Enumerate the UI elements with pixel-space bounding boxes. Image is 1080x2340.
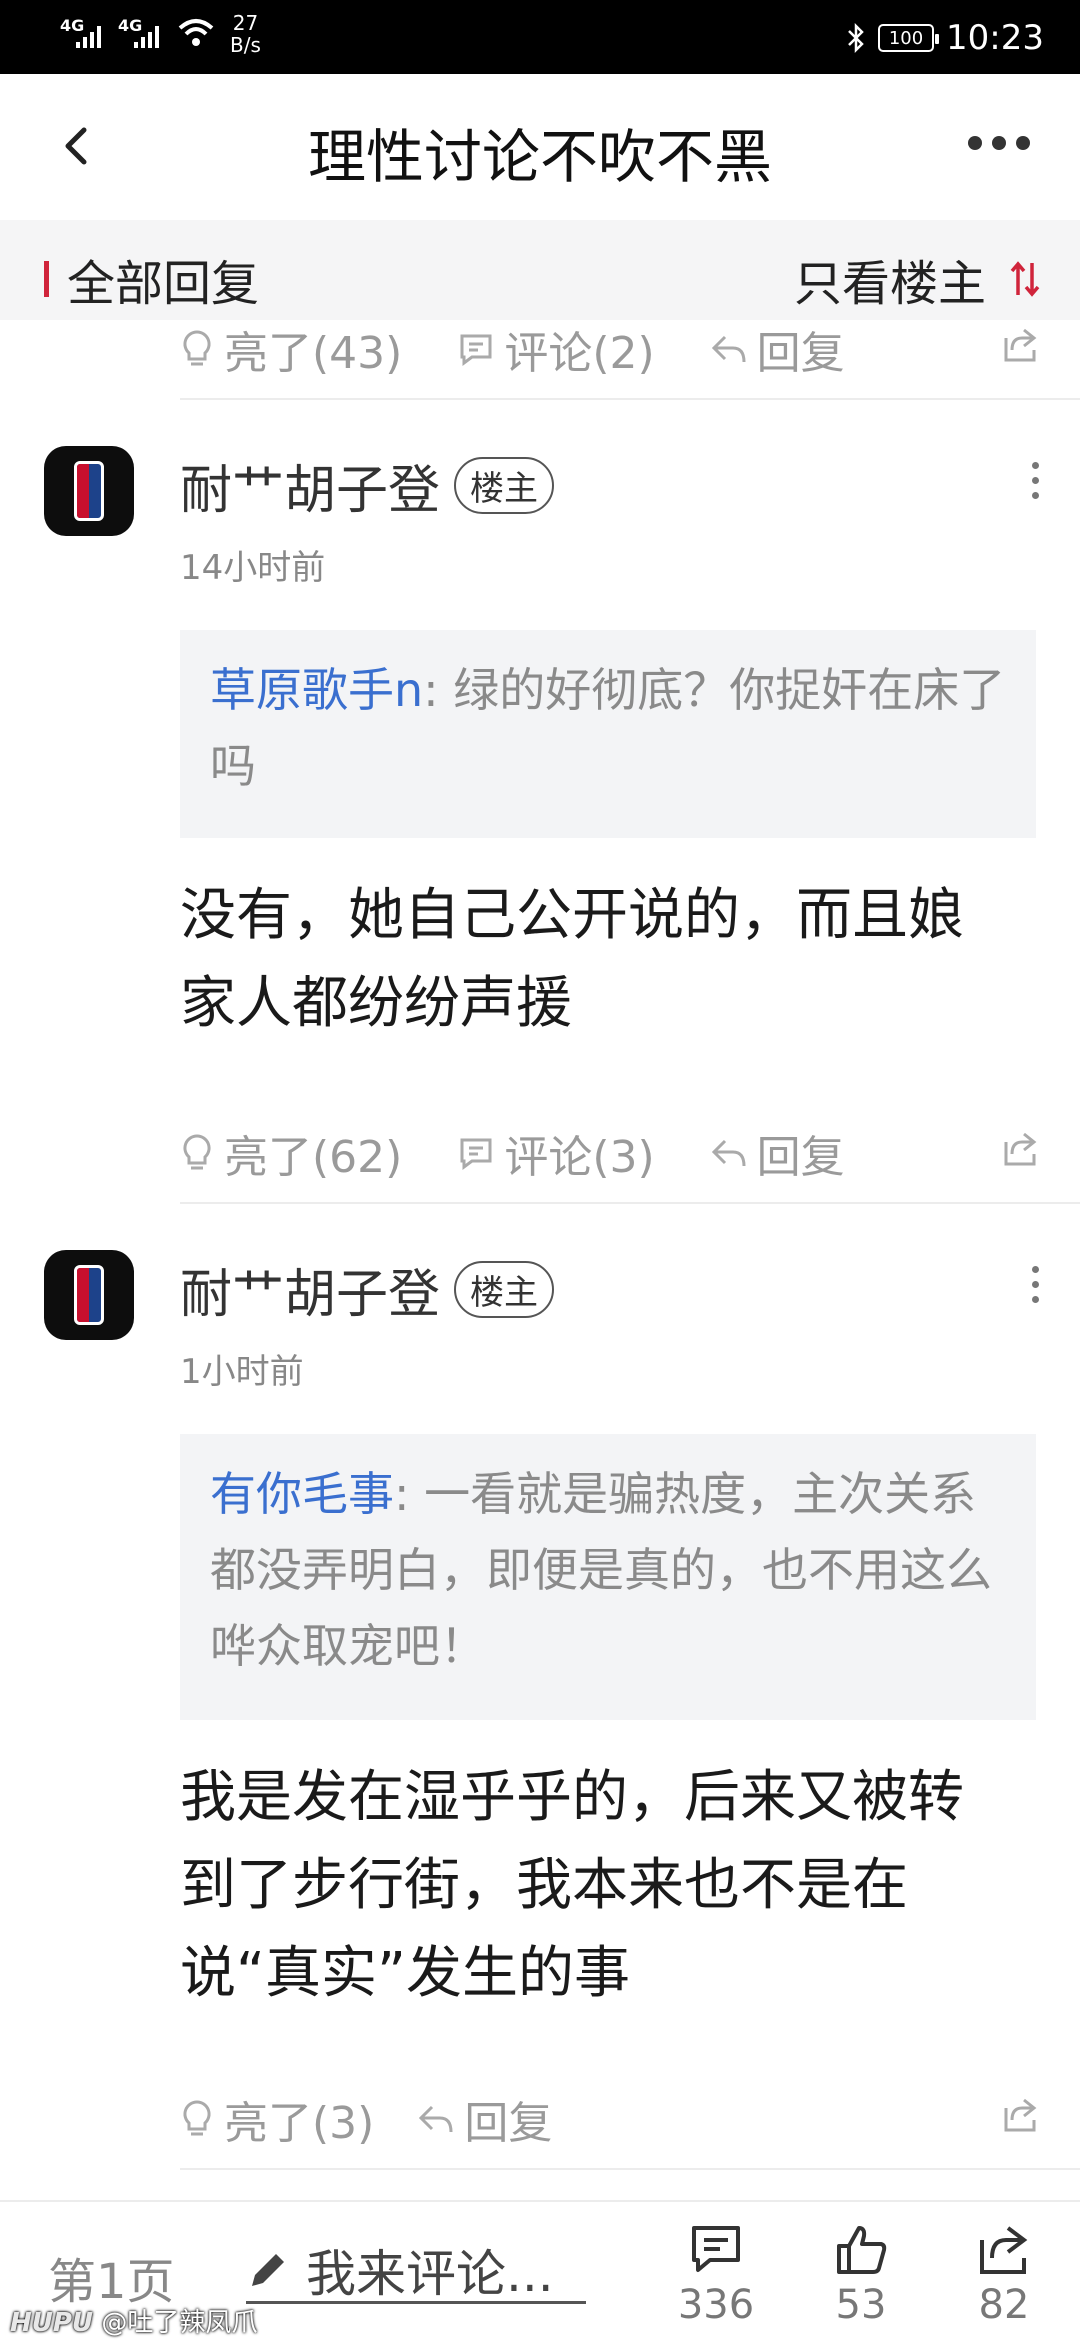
more-horizontal-icon[interactable] <box>968 136 1030 150</box>
post-time: 14小时前 <box>180 548 326 588</box>
tab-all-replies[interactable]: 全部回复 <box>44 244 259 314</box>
post-actions-prev: 亮了(43) 评论(2) 回复 <box>180 314 1040 384</box>
sort-arrows-icon[interactable] <box>1010 259 1040 299</box>
comment-button[interactable]: 评论(3) <box>458 1121 655 1185</box>
avatar[interactable] <box>44 1250 134 1340</box>
quoted-reply[interactable]: 草原歌手n: 绿的好彻底？你捉奸在床了吗 <box>180 630 1036 838</box>
comment-input[interactable]: 我来评论... <box>246 2238 586 2304</box>
page-title: 理性讨论不吹不黑 <box>307 123 772 191</box>
divider <box>180 2168 1080 2170</box>
op-badge: 楼主 <box>454 1261 555 1318</box>
watermark: HUPU @吐了辣凤爪 <box>10 2302 257 2339</box>
lightbulb-icon <box>183 330 211 366</box>
quoted-reply[interactable]: 有你毛事: 一看就是骗热度，主次关系都没弄明白，即便是真的，也不用这么哗众取宠吧… <box>180 1434 1036 1720</box>
username: 耐艹胡子登 <box>180 1265 441 1325</box>
comment-bubble-icon <box>460 1138 492 1170</box>
lightbulb-icon <box>183 2100 211 2136</box>
network-speed: 27 B/s <box>230 11 261 57</box>
reply-arrow-icon <box>419 2105 453 2133</box>
share-icon <box>980 2226 1028 2274</box>
post-author[interactable]: 耐艹胡子登 楼主 <box>180 1252 555 1327</box>
divider <box>180 398 1080 400</box>
post-actions: 亮了(3) 回复 <box>180 2084 1040 2154</box>
active-tab-marker <box>44 261 49 297</box>
watermark-brand: HUPU <box>10 2308 94 2338</box>
comments-button[interactable]: 336 <box>666 2222 766 2328</box>
username: 耐艹胡子登 <box>180 461 441 521</box>
nba-logo-icon <box>74 461 104 521</box>
more-vertical-icon[interactable] <box>1030 462 1040 499</box>
likes-count: 53 <box>835 2282 887 2328</box>
thumbs-up-icon <box>837 2226 887 2274</box>
comment-bubble-icon <box>460 334 492 366</box>
share-icon[interactable] <box>1000 324 1040 364</box>
all-replies-label: 全部回复 <box>67 256 260 312</box>
reply-button[interactable]: 回复 <box>711 1121 845 1185</box>
post-actions: 亮了(62) 评论(3) 回复 <box>180 1118 1040 1188</box>
share-icon[interactable] <box>1000 2094 1040 2134</box>
reply-arrow-icon <box>711 1139 746 1167</box>
reply-button[interactable]: 回复 <box>418 2087 552 2151</box>
status-bar: 4G 4G 27 B/s 100 10:23 <box>0 0 1080 74</box>
more-vertical-icon[interactable] <box>1030 1266 1040 1303</box>
share-thread-button[interactable]: 82 <box>954 2222 1054 2328</box>
comments-count: 336 <box>677 2282 755 2328</box>
post-time: 1小时前 <box>180 1352 304 1392</box>
divider <box>180 1202 1080 1204</box>
pencil-icon <box>252 2253 284 2286</box>
op-badge: 楼主 <box>454 457 555 514</box>
cellular-signal-icon-2: 4G <box>118 14 162 50</box>
post-content: 没有，她自己公开说的，而且娘家人都纷纷声援 <box>180 883 964 1036</box>
clock: 10:23 <box>946 18 1044 58</box>
op-only-filter[interactable]: 只看楼主 <box>794 244 986 314</box>
comment-bubble-icon <box>692 2226 740 2272</box>
comment-button[interactable]: 评论(2) <box>458 317 655 381</box>
avatar[interactable] <box>44 446 134 536</box>
shares-count: 82 <box>978 2282 1030 2328</box>
reply-arrow-icon <box>711 335 746 363</box>
reply-filter-bar: 全部回复 只看楼主 <box>0 220 1080 320</box>
post-content: 我是发在湿乎乎的，后来又被转到了步行街，我本来也不是在说“真实”发生的事 <box>180 1765 964 2006</box>
watermark-user: @吐了辣凤爪 <box>101 2308 258 2338</box>
like-button[interactable]: 亮了(3) <box>180 2087 374 2151</box>
wifi-icon <box>178 19 214 46</box>
like-button[interactable]: 亮了(43) <box>180 317 402 381</box>
post-author[interactable]: 耐艹胡子登 楼主 <box>180 448 555 523</box>
lightbulb-icon <box>183 1134 211 1170</box>
battery-indicator: 100 <box>878 24 940 52</box>
bluetooth-icon <box>848 22 864 54</box>
quoted-username[interactable]: 草原歌手n <box>210 663 423 717</box>
quoted-username[interactable]: 有你毛事 <box>210 1467 394 1521</box>
comment-placeholder: 我来评论... <box>306 2244 554 2303</box>
thread-header: 理性讨论不吹不黑 <box>0 74 1080 220</box>
like-button[interactable]: 亮了(62) <box>180 1121 402 1185</box>
nba-logo-icon <box>74 1265 104 1325</box>
like-thread-button[interactable]: 53 <box>811 2222 911 2328</box>
cellular-signal-icon: 4G <box>60 14 104 50</box>
reply-button[interactable]: 回复 <box>711 317 845 381</box>
share-icon[interactable] <box>1000 1128 1040 1168</box>
